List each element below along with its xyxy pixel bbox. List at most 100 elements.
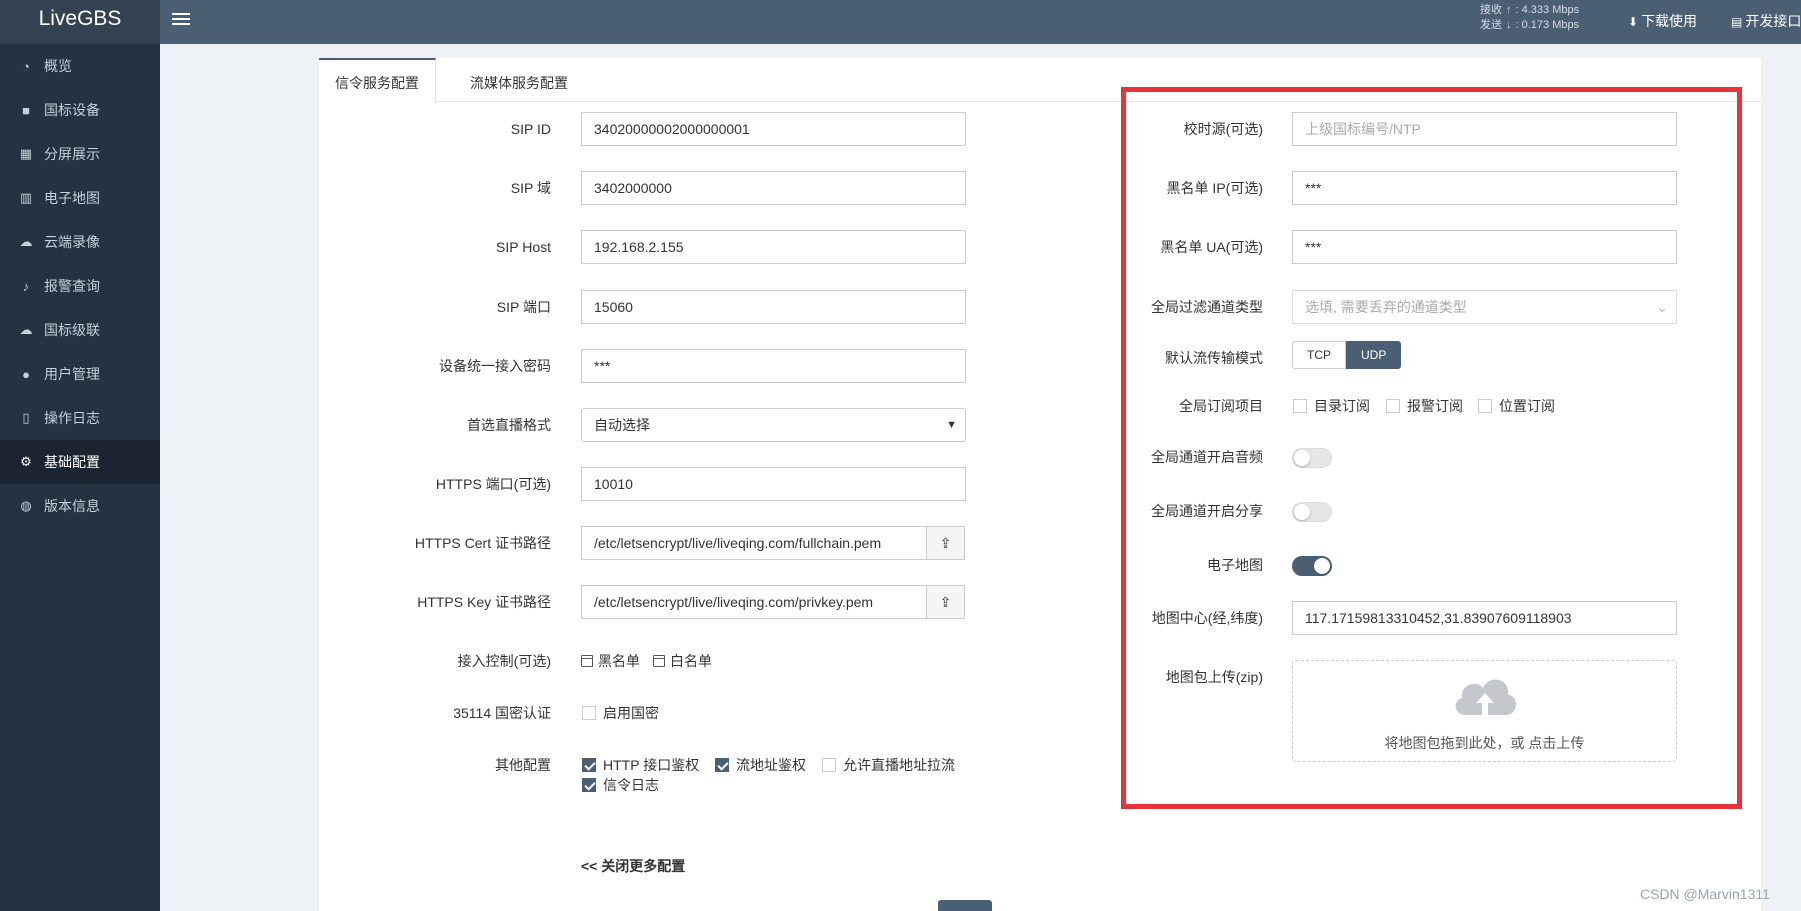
close-more-config-link[interactable]: << 关闭更多配置 bbox=[581, 856, 685, 876]
catalog-subscribe-label: 目录订阅 bbox=[1314, 398, 1370, 414]
map-upload-dropzone[interactable]: 将地图包拖到此处，或 点击上传 bbox=[1292, 660, 1677, 762]
sidebar-item-version[interactable]: ◍ 版本信息 bbox=[0, 484, 160, 528]
transport-mode-row: 默认流传输模式 bbox=[1121, 341, 1263, 375]
http-auth-checkbox[interactable]: HTTP 接口鉴权 bbox=[582, 755, 699, 775]
menu-toggle-icon[interactable] bbox=[172, 10, 190, 28]
sidebar-item-cloud-record[interactable]: ☁ 云端录像 bbox=[0, 220, 160, 264]
brand-logo[interactable]: LiveGBS bbox=[0, 0, 160, 44]
sidebar-item-logs[interactable]: ▯ 操作日志 bbox=[0, 396, 160, 440]
sip-host-row: SIP Host bbox=[319, 230, 551, 264]
cert-upload-button[interactable]: ⇪ bbox=[927, 526, 965, 560]
checkbox bbox=[582, 706, 596, 720]
http-auth-label: HTTP 接口鉴权 bbox=[603, 757, 700, 773]
cloud-upload-icon: ☁ bbox=[19, 322, 33, 337]
sip-port-row: SIP 端口 bbox=[319, 290, 551, 324]
sidebar-item-map[interactable]: ▥ 电子地图 bbox=[0, 176, 160, 220]
tab-media-config[interactable]: 流媒体服务配置 bbox=[454, 58, 584, 102]
time-source-label: 校时源(可选) bbox=[1183, 121, 1263, 137]
sidebar-item-users[interactable]: ● 用户管理 bbox=[0, 352, 160, 396]
sidebar-item-split-screen[interactable]: ▦ 分屏展示 bbox=[0, 132, 160, 176]
blacklist-ip-input[interactable]: *** bbox=[1292, 171, 1677, 205]
https-key-input[interactable]: /etc/letsencrypt/live/liveqing.com/privk… bbox=[581, 585, 927, 619]
position-subscribe-checkbox[interactable]: 位置订阅 bbox=[1478, 396, 1555, 416]
checkbox bbox=[1293, 399, 1307, 413]
cloud-upload-icon bbox=[1455, 679, 1517, 715]
blacklist-ua-input[interactable]: *** bbox=[1292, 230, 1677, 264]
arrow-up-icon: ↑ bbox=[1506, 4, 1512, 16]
blacklist-label: 黑名单 bbox=[598, 653, 640, 669]
cloud-icon: ☁ bbox=[19, 234, 33, 249]
emap-toggle[interactable] bbox=[1292, 556, 1332, 576]
udp-button[interactable]: UDP bbox=[1346, 341, 1402, 369]
access-control-row: 接入控制(可选) bbox=[319, 644, 551, 678]
download-label: 下载使用 bbox=[1641, 13, 1698, 29]
allow-pull-checkbox[interactable]: 允许直播地址拉流 bbox=[822, 755, 955, 775]
position-subscribe-label: 位置订阅 bbox=[1499, 398, 1555, 414]
share-toggle[interactable] bbox=[1292, 502, 1332, 522]
sidebar: ◔ 概览 ■ 国标设备 ▦ 分屏展示 ▥ 电子地图 ☁ 云端录像 ♪ 报警查询 ☁ 国标级联 … bbox=[0, 44, 160, 911]
users-icon: ● bbox=[22, 366, 30, 382]
sidebar-item-label: 基础配置 bbox=[44, 454, 100, 470]
gm-auth-row: 35114 国密认证 bbox=[319, 696, 551, 730]
sip-host-input[interactable]: 192.168.2.155 bbox=[581, 230, 966, 264]
sidebar-item-label: 云端录像 bbox=[44, 234, 100, 250]
https-port-input[interactable]: 10010 bbox=[581, 467, 966, 501]
key-upload-button[interactable]: ⇪ bbox=[927, 585, 965, 619]
other-config-label: 其他配置 bbox=[495, 757, 551, 773]
preferred-format-value: 自动选择 bbox=[594, 417, 650, 433]
blacklist-ip-row: 黑名单 IP(可选) bbox=[1121, 171, 1263, 205]
stream-auth-label: 流地址鉴权 bbox=[736, 757, 806, 773]
sip-port-input[interactable]: 15060 bbox=[581, 290, 966, 324]
dashboard-icon: ◔ bbox=[22, 58, 30, 74]
sip-domain-input[interactable]: 3402000000 bbox=[581, 171, 966, 205]
sip-domain-row: SIP 域 bbox=[319, 171, 551, 205]
save-button[interactable] bbox=[938, 900, 992, 911]
https-port-label: HTTPS 端口(可选) bbox=[435, 476, 551, 492]
sidebar-item-devices[interactable]: ■ 国标设备 bbox=[0, 88, 160, 132]
stream-auth-checkbox[interactable]: 流地址鉴权 bbox=[715, 755, 806, 775]
access-control-label: 接入控制(可选) bbox=[457, 653, 551, 669]
gm-auth-checkbox[interactable]: 启用国密 bbox=[582, 703, 659, 723]
whitelist-label: 白名单 bbox=[670, 653, 712, 669]
sidebar-item-overview[interactable]: ◔ 概览 bbox=[0, 44, 160, 88]
map-center-input[interactable]: 117.17159813310452,31.83907609118903 bbox=[1292, 601, 1677, 635]
globe-icon: ◍ bbox=[20, 498, 32, 513]
emap-row: 电子地图 bbox=[1121, 548, 1263, 582]
alarm-subscribe-label: 报警订阅 bbox=[1407, 398, 1463, 414]
device-password-label: 设备统一接入密码 bbox=[439, 358, 551, 374]
https-cert-label: HTTPS Cert 证书路径 bbox=[414, 535, 551, 551]
alarm-subscribe-checkbox[interactable]: 报警订阅 bbox=[1386, 396, 1463, 416]
whitelist-link[interactable]: 白名单 bbox=[653, 651, 712, 671]
filter-channel-row: 全局过滤通道类型 bbox=[1121, 290, 1263, 324]
blacklist-link[interactable]: 黑名单 bbox=[581, 651, 640, 671]
cogs-icon: ⚙ bbox=[20, 454, 32, 469]
chevron-down-icon: ▼ bbox=[946, 419, 957, 431]
sidebar-item-basic-config[interactable]: ⚙ 基础配置 bbox=[0, 440, 160, 484]
bell-icon: ♪ bbox=[22, 278, 30, 294]
device-password-row: 设备统一接入密码 bbox=[319, 349, 551, 383]
sidebar-item-cascade[interactable]: ☁ 国标级联 bbox=[0, 308, 160, 352]
filter-channel-select[interactable]: 选填, 需要丢弃的通道类型 ⌄ bbox=[1292, 290, 1677, 324]
sidebar-item-alarms[interactable]: ♪ 报警查询 bbox=[0, 264, 160, 308]
video-camera-icon: ■ bbox=[22, 102, 30, 118]
dev-api-link[interactable]: ▤ 开发接口 bbox=[1731, 11, 1801, 31]
signal-log-checkbox[interactable]: 信令日志 bbox=[582, 775, 659, 795]
sip-domain-label: SIP 域 bbox=[510, 180, 551, 196]
device-password-input[interactable]: *** bbox=[581, 349, 966, 383]
preferred-format-select[interactable]: 自动选择 ▼ bbox=[581, 408, 966, 442]
watermark: CSDN @Marvin1311 bbox=[1640, 886, 1770, 902]
https-cert-input[interactable]: /etc/letsencrypt/live/liveqing.com/fullc… bbox=[581, 526, 927, 560]
checkbox bbox=[1478, 399, 1492, 413]
sidebar-item-label: 用户管理 bbox=[44, 366, 100, 382]
checkbox bbox=[582, 758, 596, 772]
transport-mode-group: TCP UDP bbox=[1292, 341, 1402, 369]
sip-id-input[interactable]: 34020000002000000001 bbox=[581, 112, 966, 146]
time-source-input[interactable]: 上级国标编号/NTP bbox=[1292, 112, 1677, 146]
catalog-subscribe-checkbox[interactable]: 目录订阅 bbox=[1293, 396, 1370, 416]
audio-toggle[interactable] bbox=[1292, 448, 1332, 468]
tcp-button[interactable]: TCP bbox=[1292, 341, 1346, 369]
tab-signaling-config[interactable]: 信令服务配置 bbox=[319, 58, 436, 103]
download-link[interactable]: ⬇ 下载使用 bbox=[1628, 11, 1697, 31]
checkbox bbox=[1386, 399, 1400, 413]
recv-value: 4.333 Mbps bbox=[1521, 4, 1580, 16]
